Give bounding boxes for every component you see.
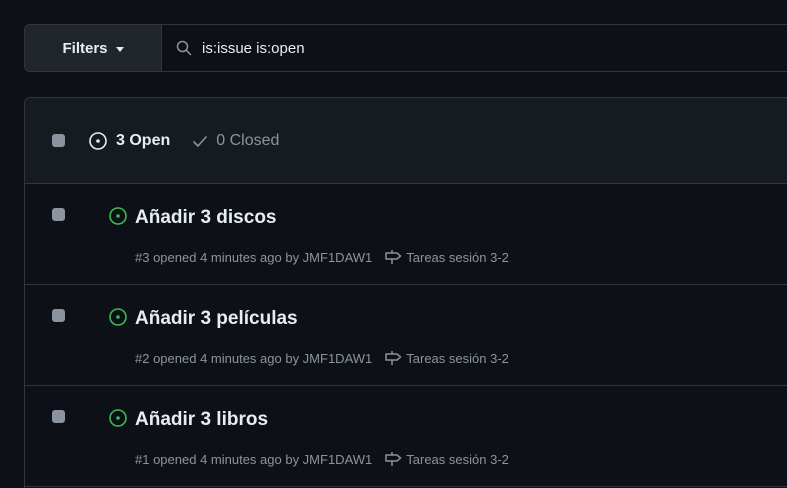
issue-title-link[interactable]: Añadir 3 libros <box>135 409 268 431</box>
filters-button[interactable]: Filters <box>25 25 162 71</box>
issue-meta: #3 opened 4 minutes ago by JMF1DAW1 Tare… <box>135 249 509 265</box>
issue-open-icon <box>108 307 128 327</box>
milestone-icon <box>384 451 402 467</box>
issue-opened-icon <box>88 131 108 151</box>
milestone-link[interactable]: Tareas sesión 3-2 <box>384 451 509 467</box>
issues-list-header: 3 Open 0 Closed <box>25 98 787 184</box>
issue-title-link[interactable]: Añadir 3 películas <box>135 308 298 330</box>
issue-row: Añadir 3 discos #3 opened 4 minutes ago … <box>25 184 787 285</box>
milestone-icon <box>384 350 402 366</box>
issue-meta: #2 opened 4 minutes ago by JMF1DAW1 Tare… <box>135 350 509 366</box>
select-all-checkbox[interactable] <box>52 134 65 147</box>
issue-row: Añadir 3 películas #2 opened 4 minutes a… <box>25 285 787 386</box>
milestone-label: Tareas sesión 3-2 <box>406 249 509 265</box>
closed-count-label: 0 Closed <box>216 131 280 149</box>
closed-issues-toggle[interactable]: 0 Closed <box>192 132 279 150</box>
issue-opened-info: #2 opened 4 minutes ago by JMF1DAW1 <box>135 350 373 366</box>
caret-down-icon <box>115 46 124 52</box>
issue-meta: #1 opened 4 minutes ago by JMF1DAW1 Tare… <box>135 451 509 467</box>
issue-open-icon <box>108 206 128 226</box>
issue-checkbox[interactable] <box>52 410 65 423</box>
search-input[interactable]: is:issue is:open <box>162 25 787 71</box>
milestone-icon <box>384 249 402 265</box>
milestone-link[interactable]: Tareas sesión 3-2 <box>384 350 509 366</box>
filter-bar: Filters is:issue is:open <box>24 24 787 72</box>
open-count-label: 3 Open <box>116 131 171 149</box>
issues-page: Filters is:issue is:open 3 Open 0 Closed… <box>0 0 787 488</box>
search-value: is:issue is:open <box>202 39 305 57</box>
issue-checkbox[interactable] <box>52 208 65 221</box>
issue-open-icon <box>108 408 128 428</box>
milestone-label: Tareas sesión 3-2 <box>406 451 509 467</box>
issues-list: 3 Open 0 Closed Añadir 3 discos #3 opene… <box>24 97 787 488</box>
issue-opened-info: #3 opened 4 minutes ago by JMF1DAW1 <box>135 249 373 265</box>
issue-opened-info: #1 opened 4 minutes ago by JMF1DAW1 <box>135 451 373 467</box>
issue-row: Añadir 3 libros #1 opened 4 minutes ago … <box>25 386 787 487</box>
open-issues-toggle[interactable]: 3 Open <box>88 131 170 151</box>
milestone-link[interactable]: Tareas sesión 3-2 <box>384 249 509 265</box>
filters-label: Filters <box>62 39 108 57</box>
search-icon <box>176 40 192 56</box>
issue-title-link[interactable]: Añadir 3 discos <box>135 207 277 229</box>
milestone-label: Tareas sesión 3-2 <box>406 350 509 366</box>
issue-checkbox[interactable] <box>52 309 65 322</box>
check-icon <box>192 133 208 149</box>
